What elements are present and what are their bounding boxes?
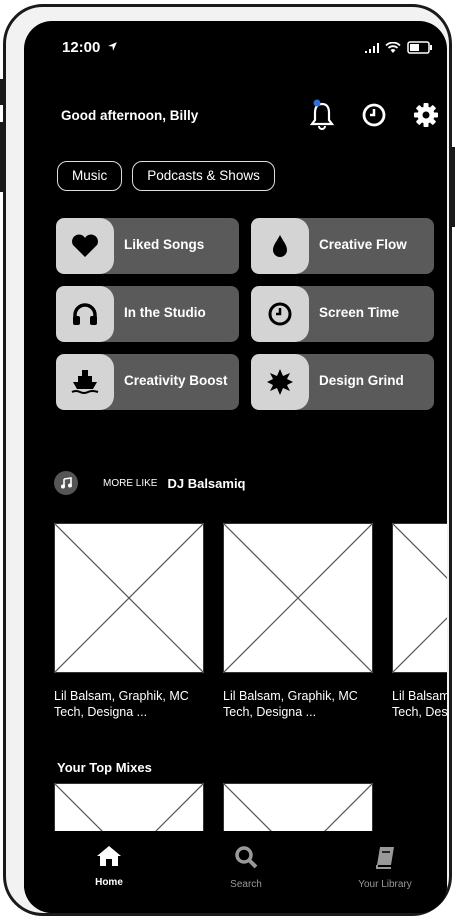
tab-bar: Home Search Your Library bbox=[24, 831, 447, 913]
drop-icon bbox=[251, 218, 309, 274]
tab-home[interactable]: Home bbox=[64, 845, 154, 888]
playlist-card-image[interactable] bbox=[222, 522, 374, 674]
battery-icon bbox=[407, 41, 432, 54]
tab-label: Home bbox=[95, 877, 123, 888]
playlist-card-caption: Lil Balsam, Graphik, MCTech, Designa ... bbox=[54, 689, 189, 719]
top-actions bbox=[307, 99, 441, 131]
wifi-icon bbox=[385, 41, 401, 53]
search-icon bbox=[235, 846, 258, 869]
headphones-icon bbox=[56, 286, 114, 342]
shortcut-screen-time[interactable]: Screen Time bbox=[251, 286, 434, 342]
phone-frame: 12:00 Good afternoon, Billy Music Podcas… bbox=[0, 4, 455, 916]
settings-gear-icon[interactable] bbox=[411, 99, 441, 131]
clock-icon bbox=[251, 286, 309, 342]
tab-label: Your Library bbox=[358, 879, 412, 890]
filter-chips: Music Podcasts & Shows bbox=[57, 161, 275, 191]
shortcut-label: Screen Time bbox=[319, 305, 400, 320]
playlist-card-caption: Lil Balsam, Graphik, MCTech, Designa ... bbox=[223, 689, 358, 719]
playlist-card-caption: Lil Balsam, Graphik, MCTech, Designa ... bbox=[392, 689, 447, 719]
shortcut-label: In the Studio bbox=[124, 305, 206, 320]
status-icons bbox=[365, 41, 433, 54]
music-note-icon bbox=[54, 471, 78, 495]
shortcut-creativity-boost[interactable]: Creativity Boost bbox=[56, 354, 239, 410]
playlist-card-image[interactable] bbox=[391, 522, 447, 674]
shortcut-in-the-studio[interactable]: In the Studio bbox=[56, 286, 239, 342]
greeting: Good afternoon, Billy bbox=[61, 108, 199, 123]
home-icon bbox=[97, 846, 121, 866]
ship-icon bbox=[56, 354, 114, 410]
signal-icon bbox=[365, 42, 379, 53]
tab-label: Search bbox=[230, 879, 262, 890]
tab-your-library[interactable]: Your Library bbox=[340, 845, 430, 890]
notifications-bell-icon[interactable] bbox=[307, 99, 337, 131]
shortcut-creative-flow[interactable]: Creative Flow bbox=[251, 218, 434, 274]
more-like-header: MORE LIKE DJ Balsamiq bbox=[54, 471, 246, 495]
location-arrow-icon bbox=[107, 42, 117, 51]
shortcut-label: Creative Flow bbox=[319, 237, 407, 252]
library-book-icon bbox=[376, 847, 394, 869]
mute-switch bbox=[0, 79, 3, 105]
burst-icon bbox=[251, 354, 309, 410]
power-button bbox=[452, 147, 455, 227]
shortcut-label: Liked Songs bbox=[124, 237, 205, 252]
top-mixes-heading: Your Top Mixes bbox=[57, 760, 152, 775]
more-like-label: MORE LIKE bbox=[103, 477, 158, 489]
volume-button bbox=[0, 122, 3, 192]
shortcut-label: Creativity Boost bbox=[124, 373, 228, 388]
image-placeholder-icon bbox=[53, 522, 205, 674]
image-placeholder-icon bbox=[222, 522, 374, 674]
artist-name[interactable]: DJ Balsamiq bbox=[167, 476, 245, 491]
image-placeholder-icon bbox=[391, 522, 447, 674]
shortcut-design-grind[interactable]: Design Grind bbox=[251, 354, 434, 410]
tab-search[interactable]: Search bbox=[201, 845, 291, 890]
heart-icon bbox=[56, 218, 114, 274]
status-time: 12:00 bbox=[62, 39, 118, 56]
chip-music[interactable]: Music bbox=[57, 161, 123, 191]
chip-podcasts-shows[interactable]: Podcasts & Shows bbox=[132, 161, 275, 191]
history-clock-icon[interactable] bbox=[359, 99, 389, 131]
shortcut-label: Design Grind bbox=[319, 373, 404, 388]
shortcut-liked-songs[interactable]: Liked Songs bbox=[56, 218, 239, 274]
playlist-card-image[interactable] bbox=[53, 522, 205, 674]
screen: 12:00 Good afternoon, Billy Music Podcas… bbox=[24, 21, 447, 913]
